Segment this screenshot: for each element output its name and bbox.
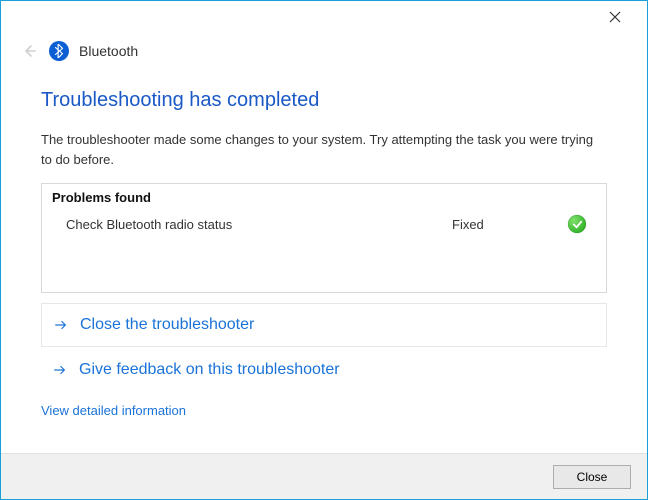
problem-status: Fixed [452,217,552,232]
content-area: Troubleshooting has completed The troubl… [1,89,647,418]
close-troubleshooter-label: Close the troubleshooter [80,316,254,334]
arrow-right-icon [51,363,69,377]
problem-description: Check Bluetooth radio status [66,217,452,232]
problem-row: Check Bluetooth radio status Fixed [52,209,596,239]
give-feedback-label: Give feedback on this troubleshooter [79,361,340,379]
view-detailed-information-link[interactable]: View detailed information [41,403,186,418]
footer-bar: Close [1,453,647,499]
header-row: Bluetooth [1,33,647,79]
give-feedback-link[interactable]: Give feedback on this troubleshooter [41,351,607,389]
check-icon [568,215,586,233]
back-button[interactable] [19,41,39,61]
close-icon [609,11,621,23]
problem-status-icon-wrap [552,215,592,233]
close-button[interactable]: Close [553,465,631,489]
problems-header: Problems found [52,190,596,209]
back-arrow-icon [21,43,37,59]
problems-found-box: Problems found Check Bluetooth radio sta… [41,183,607,293]
window-close-button[interactable] [595,3,635,31]
arrow-right-icon [52,318,70,332]
bluetooth-icon [49,41,69,61]
headline: Troubleshooting has completed [41,89,607,112]
page-title: Bluetooth [79,43,138,59]
titlebar [1,1,647,33]
close-troubleshooter-link[interactable]: Close the troubleshooter [41,303,607,347]
body-text: The troubleshooter made some changes to … [41,130,607,169]
